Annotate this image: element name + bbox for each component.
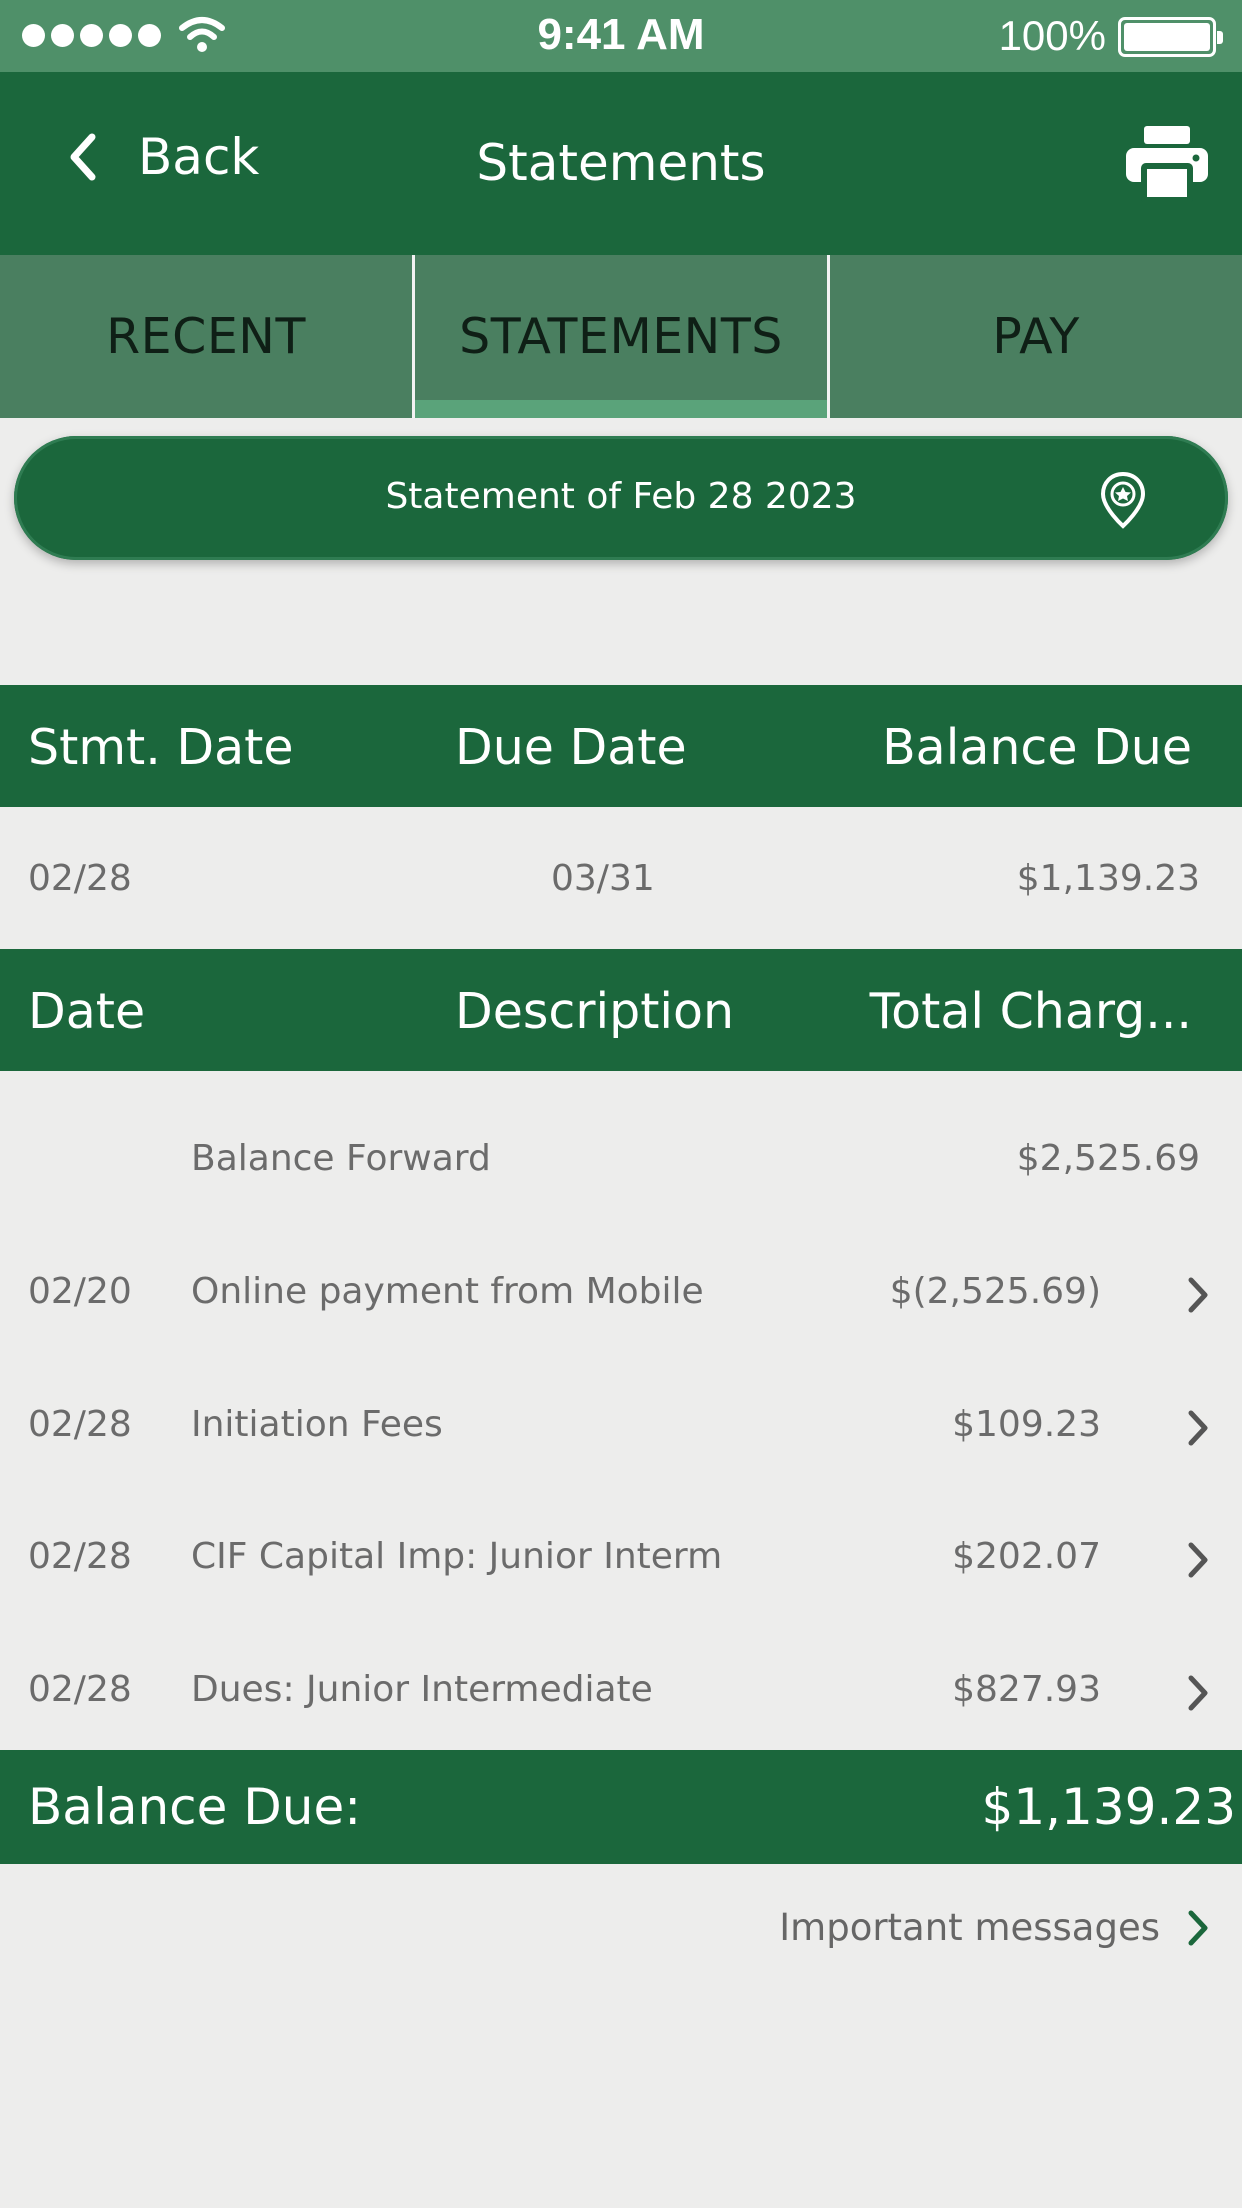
transaction-date: 02/28	[28, 1669, 132, 1710]
summary-due-date: 03/31	[551, 858, 655, 899]
summary-row: 02/28 03/31 $1,139.23	[0, 808, 1242, 948]
transaction-description: Initiation Fees	[191, 1404, 443, 1445]
navigation-bar: Back Statements	[0, 72, 1242, 255]
summary-header: Stmt. Date Due Date Balance Due	[0, 685, 1242, 807]
transaction-amount: $2,525.69	[1016, 1138, 1200, 1179]
transactions-header: Date Description Total Charg...	[0, 949, 1242, 1071]
transaction-row[interactable]: 02/20 Online payment from Mobile $(2,525…	[0, 1229, 1242, 1361]
transaction-description: Balance Forward	[191, 1138, 491, 1179]
location-pin-icon	[1100, 471, 1146, 529]
tab-statements[interactable]: STATEMENTS	[412, 255, 827, 418]
transaction-date: 02/28	[28, 1404, 132, 1445]
transaction-amount: $(2,525.69)	[889, 1271, 1101, 1312]
statement-selector-label: Statement of Feb 28 2023	[385, 476, 857, 517]
balance-due-label: Balance Due:	[28, 1778, 362, 1836]
tab-pay[interactable]: PAY	[827, 255, 1242, 418]
column-header-balance-due: Balance Due	[882, 719, 1192, 776]
page-title: Statements	[476, 134, 766, 192]
print-icon[interactable]	[1124, 124, 1210, 202]
column-header-stmt-date: Stmt. Date	[28, 719, 294, 776]
transaction-amount: $109.23	[952, 1404, 1101, 1445]
chevron-right-icon[interactable]	[1184, 1275, 1212, 1315]
important-messages-link[interactable]: Important messages	[779, 1906, 1212, 1949]
balance-due-value: $1,139.23	[981, 1778, 1236, 1836]
summary-balance-due: $1,139.23	[1016, 858, 1200, 899]
statement-selector-button[interactable]: Statement of Feb 28 2023	[14, 436, 1228, 560]
tab-recent[interactable]: RECENT	[0, 255, 412, 418]
transaction-row[interactable]: 02/28 Initiation Fees $109.23	[0, 1362, 1242, 1494]
battery-percentage: 100%	[998, 12, 1106, 59]
transaction-row[interactable]: 02/28 CIF Capital Imp: Junior Interm $20…	[0, 1494, 1242, 1626]
transaction-row-balance-forward: Balance Forward $2,525.69	[0, 1096, 1242, 1228]
status-bar: 9:41 AM 100%	[0, 0, 1242, 72]
column-header-description: Description	[455, 983, 735, 1040]
transaction-amount: $202.07	[952, 1536, 1101, 1577]
chevron-right-icon	[1188, 1910, 1208, 1945]
chevron-right-icon[interactable]	[1184, 1673, 1212, 1713]
important-messages-label: Important messages	[779, 1906, 1160, 1949]
battery-icon	[1118, 17, 1223, 57]
chevron-right-icon[interactable]	[1184, 1540, 1212, 1580]
tab-bar: RECENT STATEMENTS PAY	[0, 255, 1242, 418]
transaction-description: CIF Capital Imp: Junior Interm	[191, 1536, 723, 1577]
transaction-date: 02/28	[28, 1536, 132, 1577]
column-header-total-charges: Total Charg...	[869, 983, 1192, 1040]
balance-due-bar: Balance Due: $1,139.23	[0, 1750, 1242, 1864]
column-header-due-date: Due Date	[455, 719, 687, 776]
column-header-date: Date	[28, 983, 146, 1040]
transaction-description: Dues: Junior Intermediate	[191, 1669, 653, 1710]
transaction-description: Online payment from Mobile	[191, 1271, 704, 1312]
summary-stmt-date: 02/28	[28, 858, 132, 899]
transaction-amount: $827.93	[952, 1669, 1101, 1710]
chevron-right-icon[interactable]	[1184, 1408, 1212, 1448]
transaction-date: 02/20	[28, 1271, 132, 1312]
transaction-row[interactable]: 02/28 Dues: Junior Intermediate $827.93	[0, 1627, 1242, 1759]
